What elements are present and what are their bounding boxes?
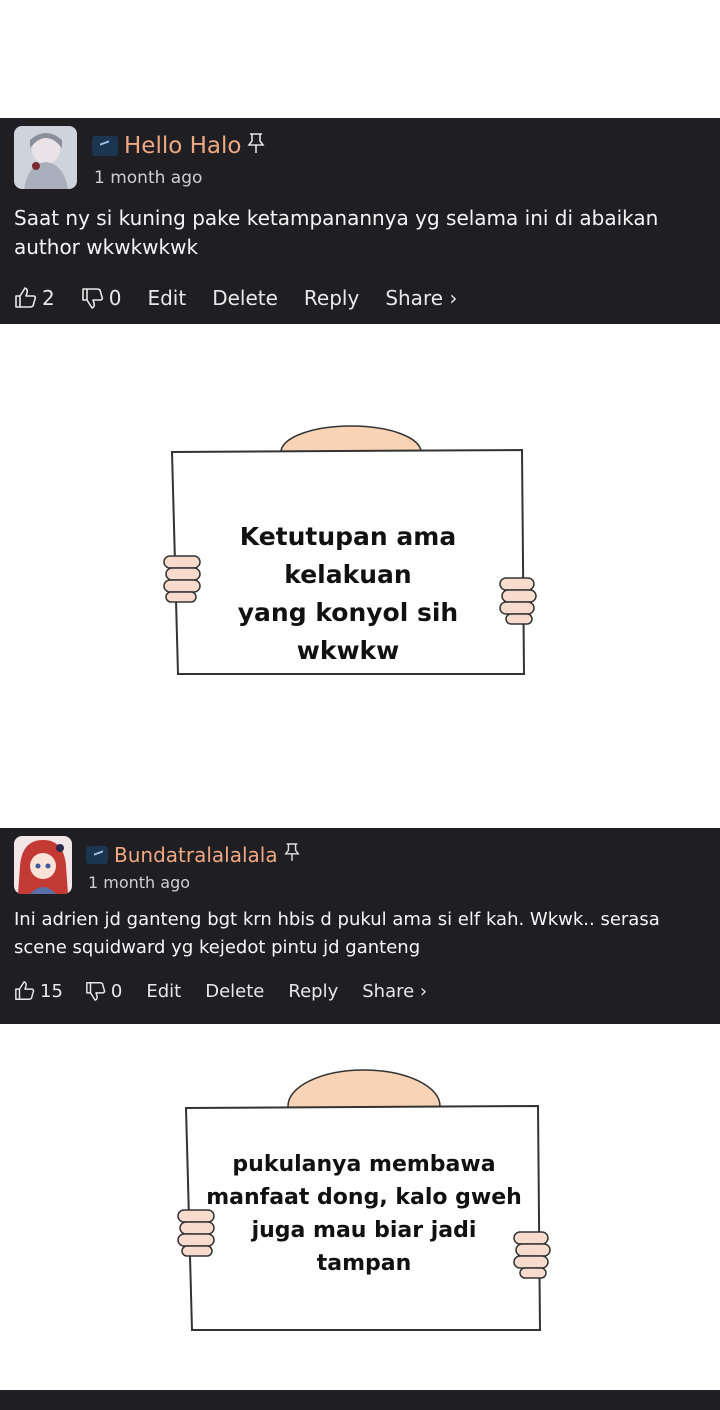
like-count: 2 — [42, 286, 55, 310]
sign-line: tampan — [316, 1251, 412, 1276]
badge-icon — [92, 135, 118, 156]
timestamp: 1 month ago — [94, 168, 203, 188]
delete-button[interactable]: Delete — [205, 981, 264, 1002]
pin-icon — [283, 842, 300, 867]
sign-line: manfaat dong, kalo gweh — [206, 1185, 522, 1210]
timestamp: 1 month ago — [88, 873, 191, 892]
thumbs-down-icon — [81, 288, 103, 309]
dislike-count: 0 — [108, 286, 122, 310]
dislike-button[interactable]: 0 — [81, 286, 122, 310]
thumbs-down-icon — [86, 982, 106, 1001]
avatar[interactable] — [14, 836, 72, 894]
thumbs-up-icon — [15, 981, 35, 1000]
delete-button[interactable]: Delete — [212, 286, 278, 310]
next-comment-edge — [0, 1390, 720, 1410]
avatar[interactable] — [14, 126, 77, 189]
sign-line: juga mau biar jadi — [251, 1218, 477, 1243]
like-count: 15 — [40, 980, 63, 1002]
username[interactable]: Bundatralalalala — [114, 843, 278, 867]
sign-line: yang konyol sih wkwkw — [237, 598, 459, 665]
username-row: Hello Halo — [92, 132, 266, 159]
sign-text: Ketutupan ama kelakuan yang konyol sih w… — [190, 518, 506, 670]
badge-icon — [86, 845, 108, 864]
share-button[interactable]: Share › — [362, 981, 427, 1002]
sign-panel: Ketutupan ama kelakuan yang konyol sih w… — [0, 324, 720, 828]
dislike-button[interactable]: 0 — [85, 980, 122, 1002]
comment-text: Ini adrien jd ganteng bgt krn hbis d puk… — [14, 909, 660, 958]
comment-actions: 2 0 Edit Delete Reply Share › — [14, 286, 457, 310]
thumbs-up-icon — [15, 287, 37, 308]
reply-button[interactable]: Reply — [304, 286, 359, 310]
sign-text: pukulanya membawa manfaat dong, kalo gwe… — [206, 1148, 522, 1280]
edit-button[interactable]: Edit — [146, 981, 181, 1002]
like-button[interactable]: 15 — [14, 980, 63, 1002]
comment-actions: 15 0 Edit Delete Reply Share › — [14, 980, 427, 1002]
pin-icon — [247, 132, 266, 159]
comment-text: Saat ny si kuning pake ketampanannya yg … — [14, 206, 659, 259]
comment-card: Hello Halo 1 month ago Saat ny si kuning… — [0, 118, 720, 324]
username[interactable]: Hello Halo — [124, 133, 241, 159]
share-button[interactable]: Share › — [385, 286, 457, 310]
reply-button[interactable]: Reply — [288, 981, 338, 1002]
like-button[interactable]: 2 — [14, 286, 55, 310]
sign-panel: pukulanya membawa manfaat dong, kalo gwe… — [0, 1024, 720, 1390]
sign-line: pukulanya membawa — [232, 1152, 496, 1177]
username-row: Bundatralalalala — [86, 842, 300, 867]
comment-card: Bundatralalalala 1 month ago Ini adrien … — [0, 828, 720, 1024]
edit-button[interactable]: Edit — [147, 286, 186, 310]
dislike-count: 0 — [110, 980, 123, 1002]
sign-line: Ketutupan ama kelakuan — [239, 522, 457, 589]
